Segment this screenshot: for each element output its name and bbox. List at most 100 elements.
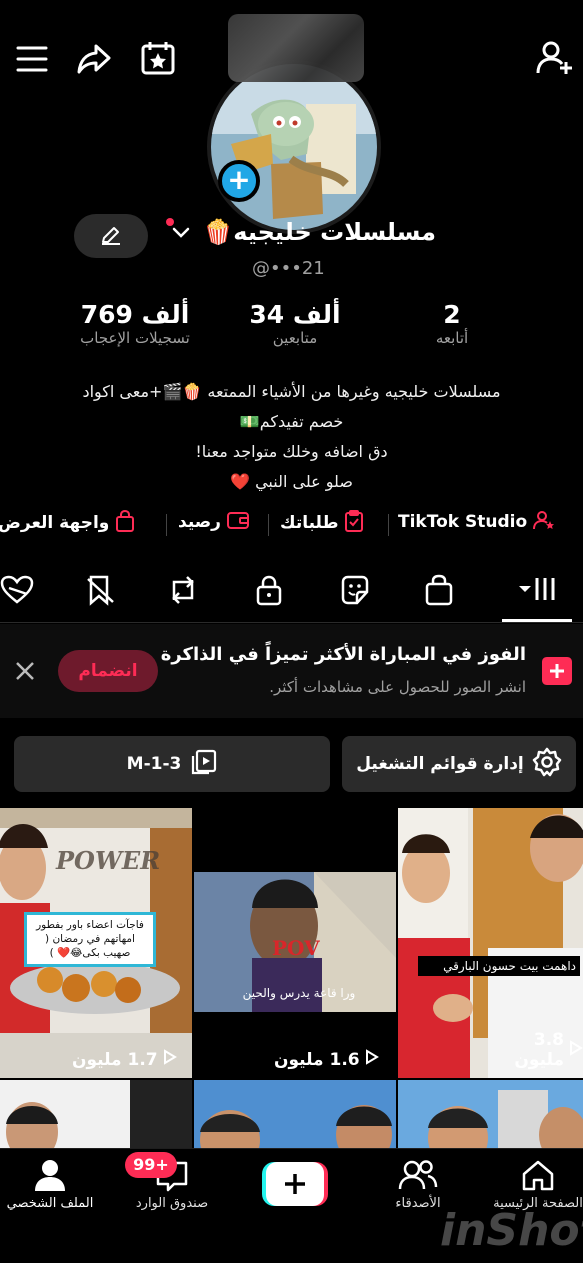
shopping-bag-icon [115,509,135,533]
link-tiktok-studio[interactable]: TikTok Studio [398,510,555,540]
bookmark-slash-icon [85,574,117,610]
brand-logo: POWER [56,846,161,875]
share-icon[interactable] [76,42,112,76]
manage-playlists-label: إدارة قوائم التشغيل [356,754,524,774]
stat-value: 769 ألف [80,300,190,329]
nav-label: الملف الشخصي [6,1196,94,1211]
popcorn-emoji: 🍿 [203,218,234,246]
profile-tabs [0,562,583,623]
profile-name: مسلسلات خليجيه🍿 [196,218,436,254]
video-thumbnail[interactable]: POV ورا قاعة يدرس والحين 1.6 مليون [194,808,396,1078]
view-count: 3.8 مليون [498,1030,583,1070]
close-icon[interactable] [14,660,36,682]
view-count: 1.6 مليون [274,1049,379,1070]
plus-icon [281,1170,309,1202]
video-grid: داهمت بيت حسون البارقي 3.8 مليون POV ورا… [0,808,583,1150]
view-count: 1.7 مليون [72,1049,177,1070]
view-count-text: 3.8 مليون [514,1030,564,1070]
view-count-text: 1.7 مليون [72,1049,158,1070]
edit-profile-button[interactable] [74,214,148,258]
stat-label: تسجيلات الإعجاب [80,329,190,347]
add-photo-icon [538,654,576,688]
tab-reposts[interactable] [148,562,218,622]
tab-shop[interactable] [404,562,474,622]
view-count-text: 1.6 مليون [274,1049,360,1070]
divider [388,514,389,536]
tab-favorites[interactable] [66,562,136,622]
video-thumbnail[interactable]: داهمت بيت حسون البارقي 3.8 مليون [398,808,583,1078]
divider [268,514,269,536]
video-thumbnail[interactable] [0,1080,192,1150]
nav-label: صندوق الوارد [135,1196,209,1211]
inbox-badge: 99+ [125,1152,177,1178]
stat-label: متابعين [272,329,318,347]
repost-icon [166,574,200,610]
tab-videos[interactable] [502,562,572,622]
video-image [200,1105,392,1150]
calendar-star-icon[interactable] [140,40,176,76]
join-button[interactable]: انضمام [58,650,158,692]
play-icon [163,1049,177,1070]
clipboard-check-icon [344,510,364,533]
tab-liked[interactable] [0,562,52,622]
lock-icon [255,574,283,610]
play-icon [569,1039,583,1061]
notification-dot [166,218,174,226]
video-caption: فاجآت اعضاء باور بفطور امهاتهم في رمضان … [24,912,156,967]
link-balance[interactable]: رصيد [178,510,249,540]
link-label: طلباتك [280,513,339,533]
menu-icon[interactable] [16,44,48,74]
nav-profile[interactable]: الملف الشخصي [0,1158,108,1211]
video-thumbnail[interactable]: POWER فاجآت اعضاء باور بفطور امهاتهم في … [0,808,192,1078]
divider [166,514,167,536]
shopping-bag-icon [424,574,454,610]
heart-hidden-icon [0,574,35,610]
add-avatar-button[interactable]: + [218,160,260,202]
stat-following[interactable]: 2 أتابعه [400,300,504,347]
tab-private[interactable] [234,562,304,622]
profile-name-text: مسلسلات خليجيه [233,218,436,246]
link-orders[interactable]: طلباتك [280,510,364,540]
chevron-down-icon[interactable] [172,226,190,240]
video-caption: ورا قاعة يدرس والحين [242,986,356,1000]
stat-label: أتابعه [435,329,469,347]
profile-icon [33,1158,67,1196]
watermark: inShot [440,1205,583,1256]
nav-friends[interactable]: الأصدقاء [360,1158,476,1211]
username: @•••21 [252,258,325,279]
stat-value: 2 [443,300,461,329]
video-thumbnail[interactable] [194,1080,396,1150]
playlist-button[interactable]: M-1-3 [14,736,330,792]
create-button[interactable] [262,1162,328,1206]
stat-value: 34 ألف [249,300,341,329]
person-star-icon [533,511,555,532]
stat-likes[interactable]: 769 ألف تسجيلات الإعجاب [60,300,210,347]
bio-line: مسلسلات خليجيه وغيرها من الأشياء الممتعه… [82,382,501,401]
video-image [6,1080,192,1150]
link-label: رصيد [178,512,221,532]
video-caption: داهمت بيت حسون البارقي [418,956,580,976]
bio-line: صلو على النبي ❤️ [230,472,353,491]
playlist-icon [191,749,217,780]
sticker-icon [339,574,371,610]
stat-followers[interactable]: 34 ألف متابعين [240,300,350,347]
home-icon [520,1158,556,1196]
playlist-label: M-1-3 [126,754,182,774]
banner-title: الفوز في المباراة الأكثر تميزاً في الذاك… [160,644,526,665]
link-showcase[interactable]: واجهة العرض [0,509,135,540]
video-thumbnail[interactable] [398,1080,583,1150]
bio-line: خصم تفيدكم💵 [239,412,344,431]
avatar-image [211,64,377,230]
link-label: واجهة العرض [0,513,110,533]
blurred-overlay [228,14,364,82]
video-image [428,1090,583,1150]
manage-playlists-button[interactable]: إدارة قوائم التشغيل [342,736,576,792]
avatar[interactable] [207,60,381,234]
bio-line: دق اضافه وخلك متواجد معنا! [195,442,388,461]
nav-home[interactable]: الصفحة الرئيسية [480,1158,583,1211]
wallet-icon [226,512,249,532]
tab-stickers[interactable] [320,562,390,622]
gear-icon [532,747,562,782]
video-overlay-text: POV [272,936,320,960]
add-friend-icon[interactable] [536,40,574,76]
